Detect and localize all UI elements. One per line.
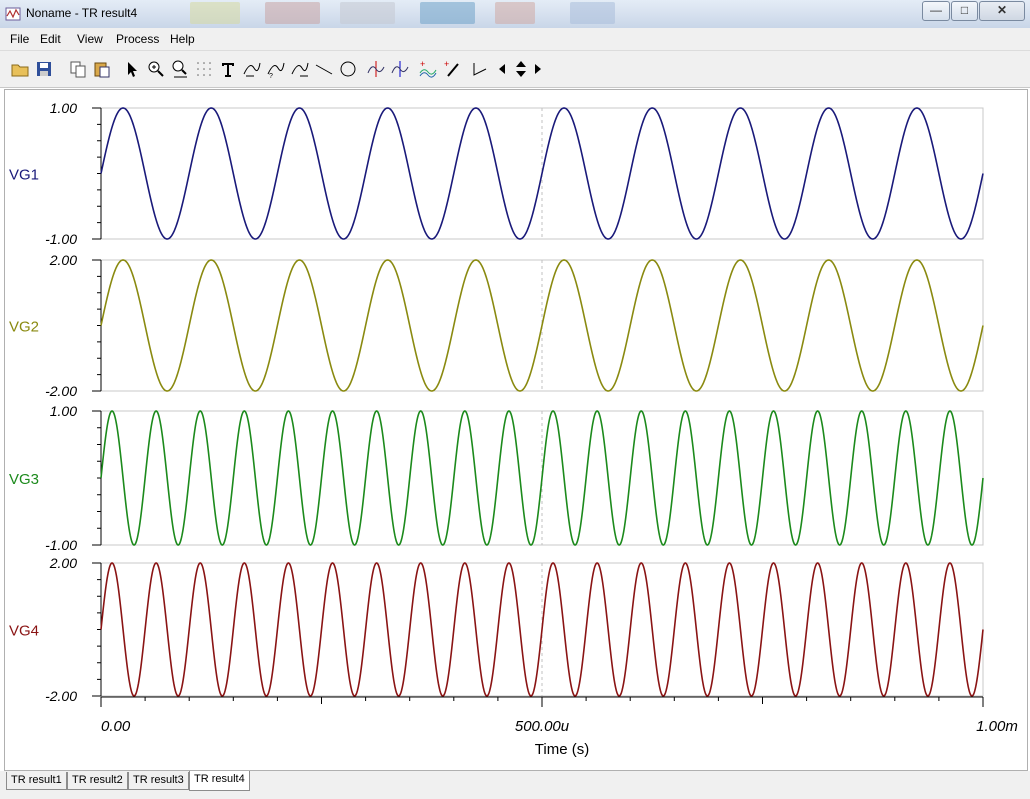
- taskbar-thumbnail: [340, 2, 395, 24]
- y-tick-label-bottom: -2.00: [45, 383, 77, 399]
- copy-icon[interactable]: [68, 59, 88, 79]
- y-tick-label-bottom: -1.00: [45, 537, 77, 553]
- tab-tr-result2[interactable]: TR result2: [67, 772, 128, 790]
- paste-icon[interactable]: [92, 59, 112, 79]
- taskbar-thumbnail: [570, 2, 615, 24]
- toolbar: ? + +: [0, 51, 1030, 88]
- curve-label-c-icon[interactable]: [290, 59, 310, 79]
- menu-process[interactable]: Process: [116, 32, 159, 46]
- menu-edit[interactable]: Edit: [40, 32, 61, 46]
- x-tick-label: 1.00m: [976, 718, 1018, 735]
- x-axis: 0.00 500.00u 1.00m Time (s): [100, 696, 1018, 758]
- x-axis-label: Time (s): [535, 741, 589, 758]
- close-button[interactable]: ✕: [979, 1, 1025, 21]
- app-icon: [5, 6, 21, 22]
- y-tick-label-top: 1.00: [50, 100, 77, 116]
- series-panel-vg4: 2.00 -2.00 VG4: [9, 555, 984, 704]
- pen-add-icon[interactable]: +: [442, 59, 462, 79]
- menu-help[interactable]: Help: [170, 32, 195, 46]
- tab-tr-result4[interactable]: TR result4: [189, 771, 250, 791]
- window-title: Noname - TR result4: [26, 6, 138, 20]
- save-icon[interactable]: [34, 59, 54, 79]
- title-bar: Noname - TR result4 — □ ✕: [0, 0, 1030, 29]
- menu-file[interactable]: File: [10, 32, 29, 46]
- arrow-left-icon[interactable]: [496, 59, 508, 79]
- circle-icon[interactable]: [338, 59, 358, 79]
- maximize-button[interactable]: □: [951, 1, 978, 21]
- arrow-updown-icon[interactable]: [511, 59, 531, 79]
- y-tick-label-top: 1.00: [50, 403, 77, 419]
- series-name-vg1: VG1: [9, 167, 39, 184]
- taskbar-thumbnail: [265, 2, 320, 24]
- plot-area[interactable]: 1.00 -1.00 VG1 2.00 -2.00 VG2 1.00 -1.00 VG3 2.00…: [4, 89, 1028, 771]
- waveform-chart: 1.00 -1.00 VG1 2.00 -2.00 VG2 1.00 -1.00 VG3 2.00…: [9, 100, 1018, 758]
- minimize-button[interactable]: —: [922, 1, 950, 21]
- text-icon[interactable]: [218, 59, 238, 79]
- tab-tr-result3[interactable]: TR result3: [128, 772, 189, 790]
- zoom-100-icon[interactable]: [170, 59, 190, 79]
- series-name-vg2: VG2: [9, 319, 39, 336]
- zoom-in-icon[interactable]: [146, 59, 166, 79]
- grid-icon[interactable]: [194, 59, 214, 79]
- result-tabs: TR result1 TR result2 TR result3 TR resu…: [0, 771, 1030, 799]
- series-panel-vg2: 2.00 -2.00 VG2: [9, 252, 984, 399]
- y-tick-label-bottom: -1.00: [45, 231, 77, 247]
- add-curve-icon[interactable]: +: [418, 59, 438, 79]
- open-folder-icon[interactable]: [10, 59, 30, 79]
- cursor-a-icon[interactable]: [366, 59, 386, 79]
- svg-text:+: +: [444, 59, 449, 69]
- x-tick-label: 500.00u: [515, 718, 570, 735]
- taskbar-thumbnail: [190, 2, 240, 24]
- series-name-vg3: VG3: [9, 471, 39, 488]
- taskbar-thumbnail: [495, 2, 535, 24]
- x-tick-label: 0.00: [101, 718, 131, 735]
- arrow-right-icon[interactable]: [532, 59, 544, 79]
- curve-label-a-icon[interactable]: [242, 59, 262, 79]
- menu-bar: File Edit View Process Help: [0, 28, 1030, 51]
- series-panel-vg3: 1.00 -1.00 VG3: [9, 403, 984, 553]
- taskbar-thumbnail: [420, 2, 475, 24]
- pointer-icon[interactable]: [122, 59, 142, 79]
- tab-tr-result1[interactable]: TR result1: [6, 772, 67, 790]
- series-name-vg4: VG4: [9, 623, 39, 640]
- svg-text:?: ?: [269, 73, 273, 79]
- menu-view[interactable]: View: [77, 32, 103, 46]
- step-icon[interactable]: [470, 59, 490, 79]
- series-panel-vg1: 1.00 -1.00 VG1: [9, 100, 984, 247]
- svg-text:+: +: [420, 59, 425, 69]
- line-icon[interactable]: [314, 59, 334, 79]
- y-tick-label-top: 2.00: [49, 555, 77, 571]
- y-tick-label-top: 2.00: [49, 252, 77, 268]
- y-tick-label-bottom: -2.00: [45, 688, 77, 704]
- curve-label-b-icon[interactable]: ?: [266, 59, 286, 79]
- cursor-b-icon[interactable]: [390, 59, 410, 79]
